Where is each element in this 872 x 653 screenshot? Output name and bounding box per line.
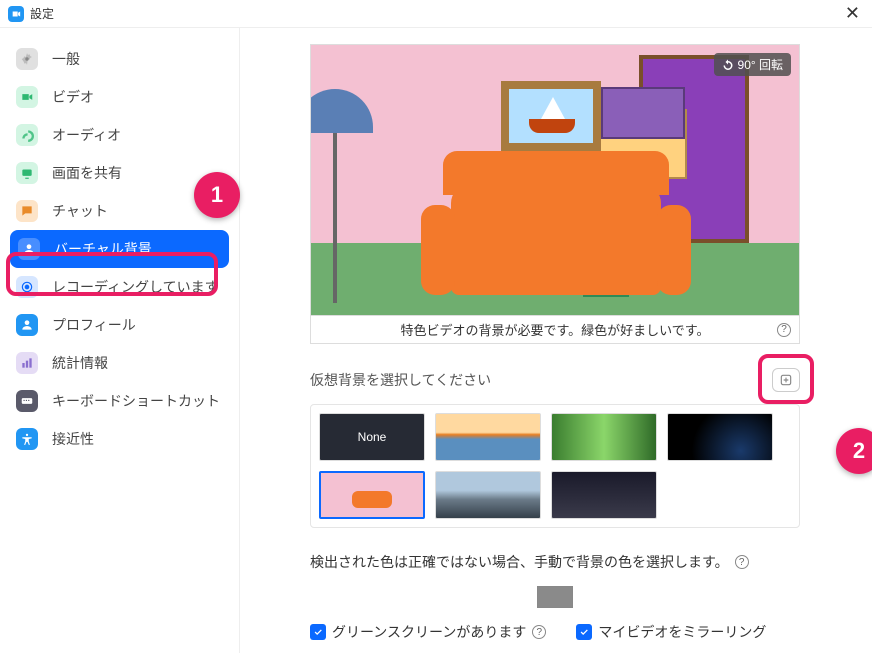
video-preview: 90° 回転 特色ビデオの背景が必要です。緑色が好ましいです。 ? [310, 44, 800, 344]
sidebar-item-label: 統計情報 [52, 353, 108, 373]
sidebar-item-keyboard[interactable]: キーボードショートカット [0, 382, 239, 420]
app-icon [8, 6, 24, 22]
audio-icon [16, 124, 38, 146]
checkbox-checked-icon [576, 624, 592, 640]
bg-thumb-none[interactable]: None [319, 413, 425, 461]
checkbox-label: マイビデオをミラーリング [598, 622, 766, 642]
accessibility-icon [16, 428, 38, 450]
annotation-marker-2: 2 [836, 428, 872, 474]
gear-icon [16, 48, 38, 70]
sidebar-item-general[interactable]: 一般 [0, 40, 239, 78]
sidebar-item-video[interactable]: ビデオ [0, 78, 239, 116]
checkbox-label: グリーンスクリーンがあります [332, 622, 526, 642]
color-detect-text: 検出された色は正確ではない場合、手動で背景の色を選択します。 [310, 552, 729, 572]
sidebar-item-label: 一般 [52, 49, 80, 69]
greenscreen-checkbox[interactable]: グリーンスクリーンがあります ? [310, 622, 546, 642]
help-icon[interactable]: ? [777, 323, 791, 337]
sidebar-item-stats[interactable]: 統計情報 [0, 344, 239, 382]
bg-thumb-earth[interactable] [667, 413, 773, 461]
profile-icon [16, 314, 38, 336]
rotate-button[interactable]: 90° 回転 [714, 53, 791, 76]
window-title: 設定 [30, 5, 54, 22]
sidebar-item-profile[interactable]: プロフィール [0, 306, 239, 344]
bg-thumb-city1[interactable] [435, 471, 541, 519]
sidebar-item-label: オーディオ [52, 125, 121, 145]
stats-icon [16, 352, 38, 374]
sidebar-item-label: チャット [52, 201, 108, 221]
help-icon[interactable]: ? [532, 625, 546, 639]
bg-thumb-room[interactable] [319, 471, 425, 519]
preview-caption: 特色ビデオの背景が必要です。緑色が好ましいです。 ? [311, 315, 799, 343]
select-bg-label: 仮想背景を選択してください [310, 370, 491, 390]
sidebar-item-label: キーボードショートカット [52, 391, 220, 411]
close-icon[interactable]: ✕ [841, 3, 864, 24]
mirror-checkbox[interactable]: マイビデオをミラーリング [576, 622, 766, 642]
checkbox-checked-icon [310, 624, 326, 640]
bg-thumb-grass[interactable] [551, 413, 657, 461]
annotation-ring-1 [6, 252, 218, 296]
help-icon[interactable]: ? [735, 555, 749, 569]
video-icon [16, 86, 38, 108]
settings-sidebar: 一般 ビデオ オーディオ 画面を共有 チャット バーチャル背景 レコーディングし… [0, 28, 240, 653]
annotation-ring-2 [758, 354, 814, 404]
sidebar-item-label: 接近性 [52, 429, 94, 449]
sidebar-item-label: ビデオ [52, 87, 94, 107]
sidebar-item-accessibility[interactable]: 接近性 [0, 420, 239, 458]
bg-thumb-city2[interactable] [551, 471, 657, 519]
detected-color-swatch[interactable] [537, 586, 573, 608]
keyboard-icon [16, 390, 38, 412]
thumb-label: None [358, 430, 387, 444]
sidebar-item-label: 画面を共有 [52, 163, 122, 183]
share-icon [16, 162, 38, 184]
titlebar: 設定 ✕ [0, 0, 872, 28]
virtual-background-panel: 90° 回転 特色ビデオの背景が必要です。緑色が好ましいです。 ? 仮想背景を選… [240, 28, 872, 653]
annotation-marker-1: 1 [194, 172, 240, 218]
sidebar-item-audio[interactable]: オーディオ [0, 116, 239, 154]
rotate-icon [722, 59, 734, 71]
preview-caption-text: 特色ビデオの背景が必要です。緑色が好ましいです。 [400, 323, 709, 338]
background-thumbnails: None [310, 404, 800, 528]
sidebar-item-label: プロフィール [52, 315, 136, 335]
rotate-label: 90° 回転 [738, 56, 783, 73]
bg-thumb-bridge[interactable] [435, 413, 541, 461]
chat-icon [16, 200, 38, 222]
